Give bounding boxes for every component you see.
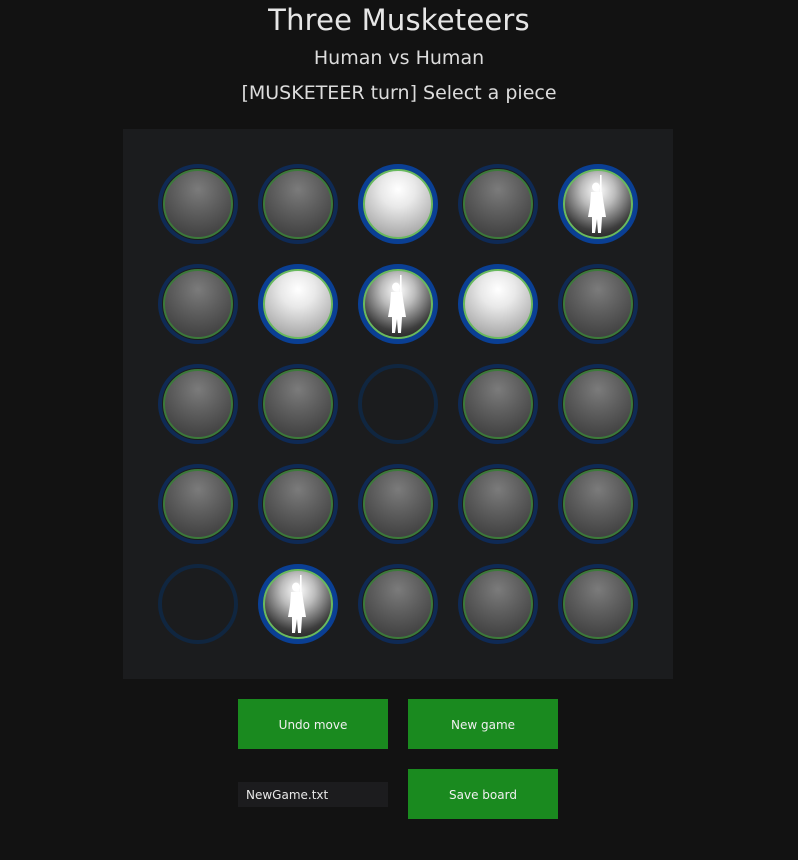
piece-disc: [363, 569, 433, 639]
enemy-piece[interactable]: [558, 564, 638, 644]
empty-cell[interactable]: [158, 564, 238, 644]
enemy-piece[interactable]: [158, 364, 238, 444]
piece-disc: [563, 469, 633, 539]
undo-move-button[interactable]: Undo move: [238, 699, 388, 749]
piece-disc: [463, 569, 533, 639]
piece-disc: [263, 169, 333, 239]
enemy-piece[interactable]: [558, 464, 638, 544]
enemy-piece[interactable]: [258, 164, 338, 244]
musketeer-piece[interactable]: [558, 164, 638, 244]
piece-disc: [163, 269, 233, 339]
piece-disc: [263, 569, 333, 639]
filename-input[interactable]: [238, 782, 388, 807]
piece-disc: [263, 369, 333, 439]
piece-disc: [563, 569, 633, 639]
musketeer-figure-icon: [388, 275, 406, 333]
enemy-piece[interactable]: [558, 264, 638, 344]
piece-disc: [563, 169, 633, 239]
cell-ring: [358, 364, 438, 444]
game-board: [123, 129, 673, 679]
enemy-piece[interactable]: [258, 364, 338, 444]
piece-disc: [163, 169, 233, 239]
enemy-piece-highlighted[interactable]: [458, 264, 538, 344]
enemy-piece[interactable]: [158, 464, 238, 544]
empty-cell[interactable]: [358, 364, 438, 444]
piece-disc: [363, 169, 433, 239]
piece-disc: [363, 269, 433, 339]
musketeer-figure-icon: [588, 175, 606, 233]
enemy-piece[interactable]: [558, 364, 638, 444]
musketeer-piece[interactable]: [358, 264, 438, 344]
enemy-piece[interactable]: [458, 464, 538, 544]
enemy-piece[interactable]: [158, 264, 238, 344]
piece-disc: [463, 269, 533, 339]
musketeer-figure-icon: [288, 575, 306, 633]
enemy-piece[interactable]: [458, 564, 538, 644]
game-mode-label: Human vs Human: [313, 47, 485, 69]
piece-disc: [563, 269, 633, 339]
cell-ring: [158, 564, 238, 644]
turn-status: [MUSKETEER turn] Select a piece: [241, 82, 557, 104]
enemy-piece[interactable]: [458, 164, 538, 244]
enemy-piece[interactable]: [458, 364, 538, 444]
piece-disc: [263, 469, 333, 539]
enemy-piece[interactable]: [258, 464, 338, 544]
enemy-piece[interactable]: [158, 164, 238, 244]
new-game-button[interactable]: New game: [408, 699, 558, 749]
enemy-piece-highlighted[interactable]: [258, 264, 338, 344]
piece-disc: [463, 369, 533, 439]
enemy-piece-highlighted[interactable]: [358, 164, 438, 244]
enemy-piece[interactable]: [358, 564, 438, 644]
musketeer-piece[interactable]: [258, 564, 338, 644]
game-page: Three Musketeers Human vs Human [MUSKETE…: [0, 0, 798, 860]
page-title: Three Musketeers: [268, 3, 530, 37]
piece-disc: [463, 169, 533, 239]
save-board-button[interactable]: Save board: [408, 769, 558, 819]
piece-disc: [163, 369, 233, 439]
piece-disc: [263, 269, 333, 339]
piece-disc: [463, 469, 533, 539]
enemy-piece[interactable]: [358, 464, 438, 544]
piece-disc: [363, 469, 433, 539]
piece-disc: [563, 369, 633, 439]
piece-disc: [163, 469, 233, 539]
